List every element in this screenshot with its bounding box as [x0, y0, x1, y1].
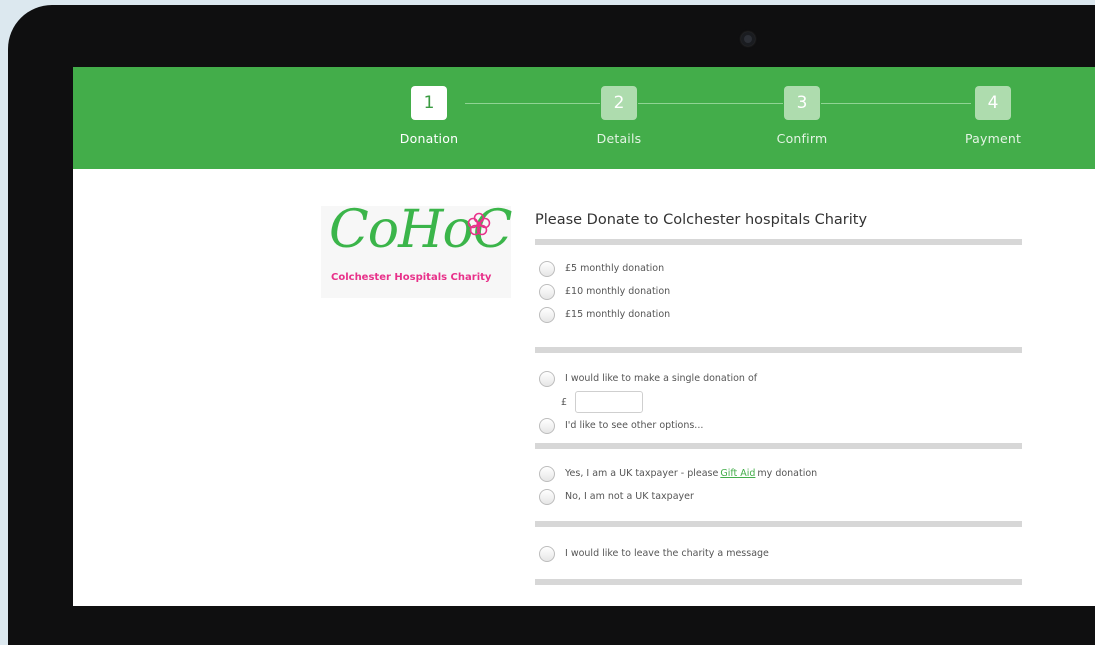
currency-symbol: £ — [561, 396, 568, 408]
radio-button[interactable] — [539, 283, 555, 300]
radio-button[interactable] — [539, 370, 555, 387]
step-details[interactable]: 2 Details — [574, 86, 664, 146]
logo-subtitle: Colchester Hospitals Charity — [331, 272, 492, 283]
radio-button[interactable] — [539, 465, 555, 482]
option-label: £10 monthly donation — [565, 286, 671, 297]
radio-option-message[interactable]: I would like to leave the charity a mess… — [535, 542, 1022, 565]
step-label: Payment — [964, 131, 1022, 146]
form-title: Please Donate to Colchester hospitals Ch… — [535, 212, 868, 228]
option-label: I would like to make a single donation o… — [565, 373, 758, 384]
charity-logo: CoHoC Colchester Hospitals Charity — [321, 200, 513, 298]
step-label: Confirm — [776, 131, 828, 146]
webcam-icon — [741, 32, 755, 46]
radio-button[interactable] — [539, 488, 555, 505]
option-label: I would like to leave the charity a mess… — [565, 548, 769, 559]
flower-icon — [467, 212, 491, 236]
option-label: I'd like to see other options... — [565, 420, 704, 431]
message-options: I would like to leave the charity a mess… — [535, 527, 1022, 579]
option-label: £5 monthly donation — [565, 263, 665, 274]
amount-field-row: £ — [535, 390, 1022, 414]
radio-button[interactable] — [539, 260, 555, 277]
giftaid-options: Yes, I am a UK taxpayer - please Gift Ai… — [535, 449, 1022, 521]
radio-option-single[interactable]: I would like to make a single donation o… — [535, 367, 1022, 390]
single-amount-input[interactable] — [575, 391, 644, 413]
radio-option-giftaid-yes[interactable]: Yes, I am a UK taxpayer - please Gift Ai… — [535, 462, 1022, 485]
radio-option-other[interactable]: I'd like to see other options... — [535, 414, 1022, 437]
screen: 1 Donation 2 Details 3 Confirm 4 Payment… — [73, 67, 1095, 606]
radio-button[interactable] — [539, 417, 555, 434]
radio-option-giftaid-no[interactable]: No, I am not a UK taxpayer — [535, 485, 1022, 508]
step-donation[interactable]: 1 Donation — [384, 86, 474, 146]
radio-option-monthly-15[interactable]: £15 monthly donation — [535, 303, 1022, 326]
step-label: Donation — [399, 131, 459, 146]
step-label: Details — [596, 131, 642, 146]
step-number: 3 — [784, 86, 820, 120]
option-label: £15 monthly donation — [565, 309, 671, 320]
radio-button[interactable] — [539, 545, 555, 562]
step-number: 4 — [975, 86, 1011, 120]
divider — [535, 579, 1022, 585]
monthly-options: £5 monthly donation £10 monthly donation… — [535, 245, 1022, 347]
step-number: 1 — [411, 86, 447, 120]
step-number: 2 — [601, 86, 637, 120]
option-label-prefix: Yes, I am a UK taxpayer - please — [565, 468, 719, 479]
radio-button[interactable] — [539, 306, 555, 323]
step-confirm[interactable]: 3 Confirm — [757, 86, 847, 146]
radio-option-monthly-5[interactable]: £5 monthly donation — [535, 257, 1022, 280]
single-options: I would like to make a single donation o… — [535, 353, 1022, 443]
option-label: No, I am not a UK taxpayer — [565, 491, 694, 502]
radio-option-monthly-10[interactable]: £10 monthly donation — [535, 280, 1022, 303]
donation-form: Please Donate to Colchester hospitals Ch… — [535, 212, 1022, 585]
gift-aid-link[interactable]: Gift Aid — [720, 468, 755, 479]
progress-stepper: 1 Donation 2 Details 3 Confirm 4 Payment — [73, 67, 1095, 169]
option-label-suffix: my donation — [757, 468, 818, 479]
step-payment[interactable]: 4 Payment — [948, 86, 1038, 146]
